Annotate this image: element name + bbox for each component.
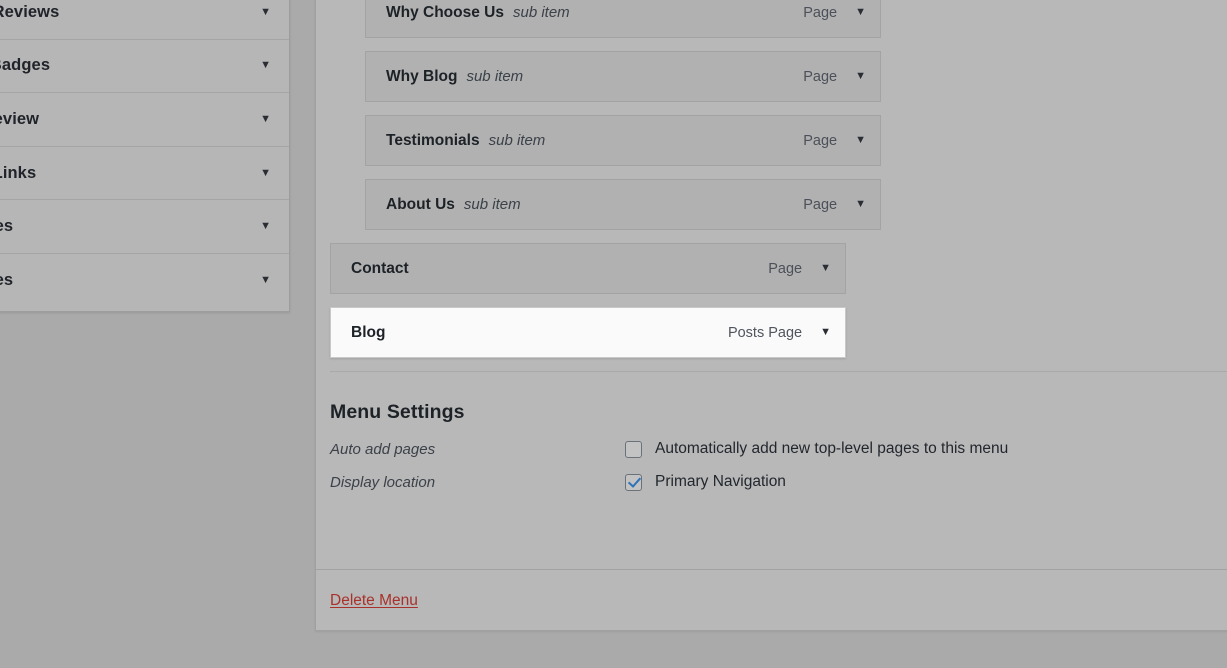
chevron-down-icon[interactable]: ▼ bbox=[855, 71, 866, 82]
add-menu-items-panel: om Reviews ▼ ew Badges ▼ le Review ▼ om … bbox=[0, 0, 290, 312]
accordion-item-label: om Reviews bbox=[0, 2, 60, 21]
accordion-item-review-badges[interactable]: ew Badges ▼ bbox=[0, 40, 289, 94]
auto-add-pages-control[interactable]: Automatically add new top-level pages to… bbox=[625, 440, 1008, 458]
menu-item-blog[interactable]: Blog Posts Page ▼ bbox=[330, 307, 846, 358]
menu-item-why-blog[interactable]: Why Blog sub item Page ▼ bbox=[365, 51, 881, 102]
delete-menu-link[interactable]: Delete Menu bbox=[330, 592, 418, 610]
menu-item-title: About Us bbox=[386, 195, 455, 213]
setting-auto-add-pages: Auto add pages Automatically add new top… bbox=[330, 440, 1227, 458]
menu-item-title: Blog bbox=[351, 323, 386, 341]
menu-item-sub-badge: sub item bbox=[488, 132, 546, 149]
accordion-item-custom-reviews[interactable]: om Reviews ▼ bbox=[0, 0, 289, 40]
menu-item-type: Page bbox=[768, 260, 803, 277]
menu-item-title: Testimonials bbox=[386, 131, 480, 149]
chevron-down-icon[interactable]: ▼ bbox=[855, 135, 866, 146]
setting-label: Auto add pages bbox=[330, 440, 436, 458]
accordion-item-categories[interactable]: gories ▼ bbox=[0, 200, 289, 254]
menu-structure-list: Why Choose Us sub item Page ▼ Why Blog s… bbox=[316, 0, 1227, 358]
setting-label: Display location bbox=[330, 473, 436, 491]
chevron-down-icon[interactable]: ▼ bbox=[260, 113, 271, 125]
menu-item-about-us[interactable]: About Us sub item Page ▼ bbox=[365, 179, 881, 230]
accordion-item-label: ew Badges bbox=[0, 56, 51, 75]
menu-item-type: Posts Page bbox=[727, 324, 803, 341]
menu-item-sub-badge: sub item bbox=[466, 68, 524, 85]
menu-item-title: Why Choose Us bbox=[386, 3, 504, 21]
menu-item-type: Page bbox=[803, 68, 838, 85]
menu-item-sub-badge: sub item bbox=[512, 4, 570, 21]
auto-add-pages-checkbox[interactable] bbox=[625, 440, 642, 458]
accordion-item-label: gories bbox=[0, 217, 14, 236]
primary-navigation-checkbox[interactable] bbox=[625, 473, 642, 491]
accordion-item-label: le Review bbox=[0, 109, 40, 128]
auto-add-pages-label: Automatically add new top-level pages to… bbox=[655, 440, 1009, 457]
chevron-down-icon[interactable]: ▼ bbox=[820, 263, 831, 274]
chevron-down-icon[interactable]: ▼ bbox=[260, 167, 271, 179]
accordion-item-label: gories bbox=[0, 271, 14, 290]
menu-editor-panel: Why Choose Us sub item Page ▼ Why Blog s… bbox=[315, 0, 1227, 631]
menu-item-sub-badge: sub item bbox=[463, 196, 521, 213]
accordion-item-label: om Links bbox=[0, 163, 37, 182]
menu-item-why-choose-us[interactable]: Why Choose Us sub item Page ▼ bbox=[365, 0, 881, 38]
menu-item-title: Contact bbox=[351, 259, 409, 277]
accordion-item-categories-2[interactable]: gories ▼ bbox=[0, 254, 289, 308]
menu-item-type: Page bbox=[803, 196, 838, 213]
chevron-down-icon[interactable]: ▼ bbox=[260, 221, 271, 232]
primary-navigation-control[interactable]: Primary Navigation bbox=[625, 473, 786, 491]
chevron-down-icon[interactable]: ▼ bbox=[260, 60, 271, 71]
setting-display-location: Display location Primary Navigation bbox=[330, 473, 1227, 491]
chevron-down-icon[interactable]: ▼ bbox=[820, 327, 831, 338]
menu-item-testimonials[interactable]: Testimonials sub item Page ▼ bbox=[365, 115, 881, 166]
menu-item-type: Page bbox=[803, 4, 838, 21]
accordion-item-custom-links[interactable]: om Links ▼ bbox=[0, 147, 289, 201]
chevron-down-icon[interactable]: ▼ bbox=[260, 275, 271, 286]
menu-settings-section: Menu Settings Auto add pages Automatical… bbox=[330, 371, 1227, 491]
chevron-down-icon[interactable]: ▼ bbox=[855, 7, 866, 18]
menu-item-type: Page bbox=[803, 132, 838, 149]
chevron-down-icon[interactable]: ▼ bbox=[260, 6, 271, 18]
menu-editor-footer: Delete Menu bbox=[316, 569, 1227, 631]
menu-item-title: Why Blog bbox=[386, 67, 458, 85]
menu-settings-heading: Menu Settings bbox=[330, 401, 465, 423]
accordion-item-single-review[interactable]: le Review ▼ bbox=[0, 93, 289, 147]
chevron-down-icon[interactable]: ▼ bbox=[855, 199, 866, 210]
menu-item-contact[interactable]: Contact Page ▼ bbox=[330, 243, 846, 294]
primary-navigation-label: Primary Navigation bbox=[655, 473, 786, 490]
